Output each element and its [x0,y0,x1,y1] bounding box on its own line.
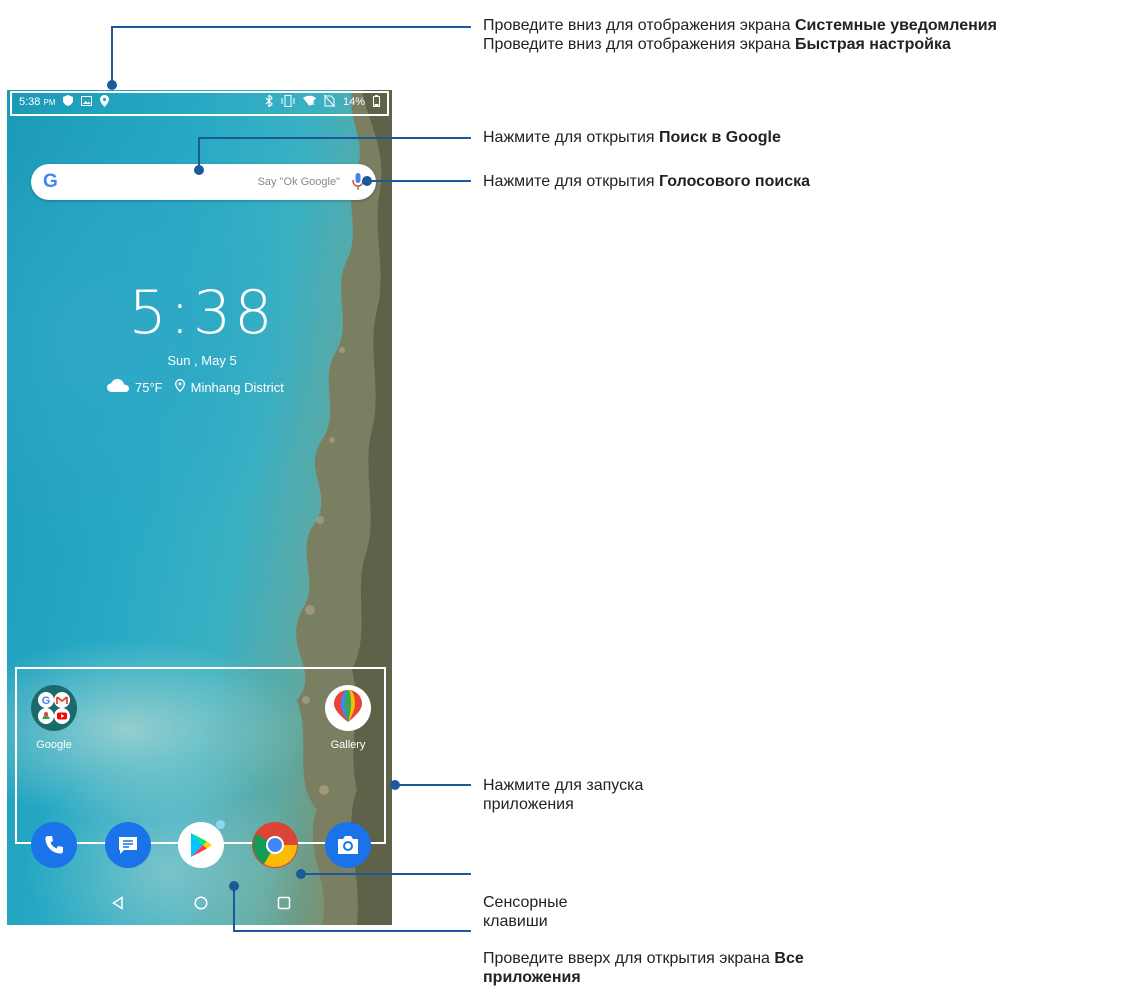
navigation-bar [7,886,392,918]
callout-line-apps-h [394,784,471,786]
cloud-icon [107,379,129,395]
dock-phone[interactable] [24,822,84,868]
callout-line-status-h [111,26,471,28]
callout-all-apps: Проведите вверх для открытия экрана Все … [483,950,804,986]
callout-search: Нажмите для открытия Поиск в Google [483,129,781,146]
location-pin-icon [174,379,185,395]
messages-icon [105,822,151,868]
back-icon[interactable] [109,894,127,912]
play-store-icon [178,820,225,868]
clock-date: Sun , May 5 [167,353,237,368]
chrome-icon [252,822,298,868]
google-folder[interactable]: G Google [24,685,84,751]
home-icon[interactable] [192,894,210,912]
status-bar-highlight [10,91,389,116]
camera-icon [325,822,371,868]
notification-dot [216,820,225,829]
search-hint: Say "Ok Google" [257,176,340,188]
clock-time[interactable]: 5:38 [7,278,392,348]
google-logo-icon: G [43,171,58,192]
callout-apps: Нажмите для запуска приложения [483,777,644,813]
dock-chrome[interactable] [245,822,305,868]
weather-location: Minhang District [190,379,284,395]
callout-line-voice-h [366,180,471,182]
app-label-google: Google [36,739,72,751]
callout-line-keys-h [300,873,471,875]
gallery-icon [325,685,371,731]
callout-line-all-apps-h [233,930,471,932]
app-label-gallery: Gallery [330,739,366,751]
dock-camera[interactable] [318,822,378,868]
callout-status: Проведите вниз для отображения экрана Си… [483,17,997,53]
svg-text:G: G [42,695,51,707]
weather-info[interactable]: 75°F Minhang District [107,379,284,395]
temperature: 75°F [135,379,163,395]
phone-screen: 5:38 PM 14% G Say "Ok Google" 5:38 Sun ,… [7,90,392,925]
gallery-app[interactable]: Gallery [318,685,378,751]
callout-keys: Сенсорные клавиши [483,894,568,930]
callout-line-status-v [111,26,113,84]
phone-icon [31,822,77,868]
google-folder-icon: G [31,685,77,731]
callout-line-search-h [198,137,471,139]
dock-messages[interactable] [98,822,158,868]
callout-voice: Нажмите для открытия Голосового поиска [483,173,810,190]
callout-line-search-v [198,137,200,169]
recents-icon[interactable] [275,894,293,912]
callout-line-all-apps-v [233,885,235,932]
dock-play-store[interactable] [171,820,231,868]
